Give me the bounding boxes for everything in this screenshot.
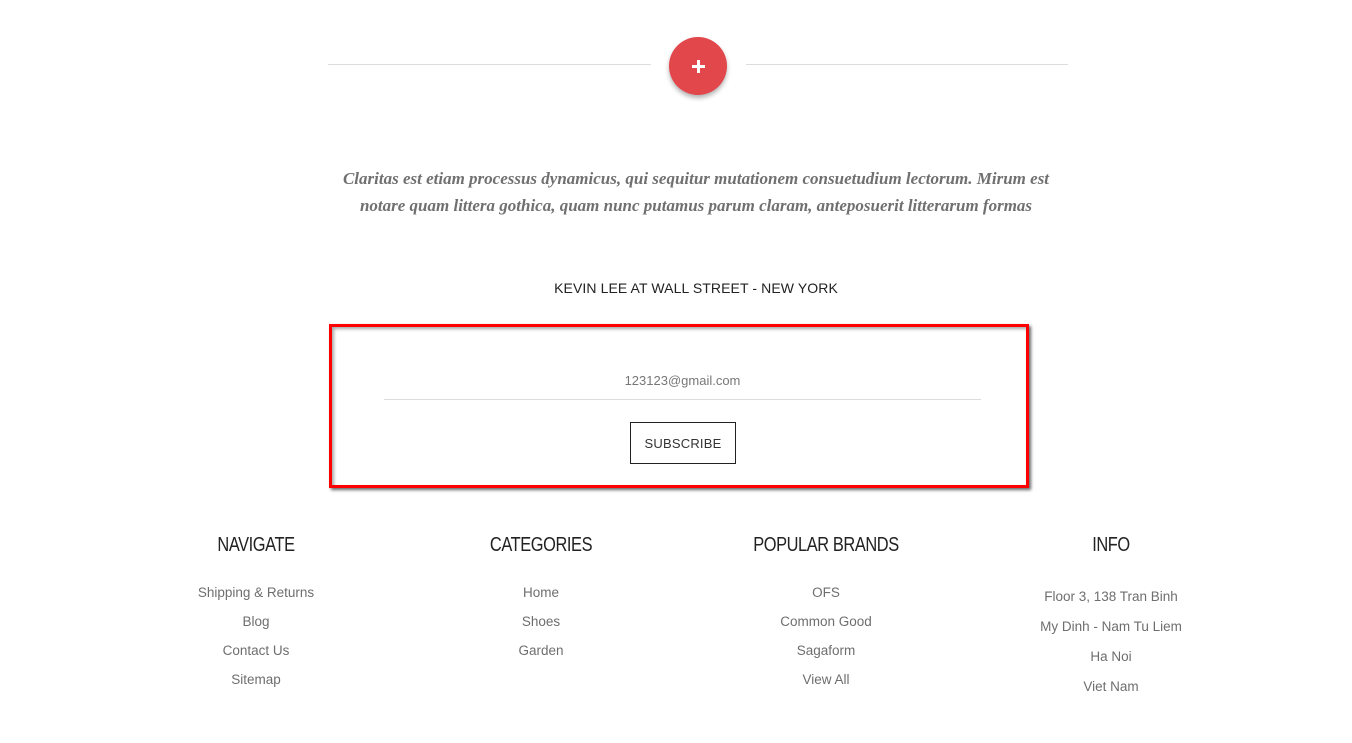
footer-column-popular-brands: POPULAR BRANDS OFS Common Good Sagaform …	[696, 533, 956, 694]
column-title: CATEGORIES	[489, 534, 593, 556]
footer-link-shipping-returns[interactable]: Shipping & Returns	[198, 585, 314, 600]
column-links: OFS Common Good Sagaform View All	[696, 578, 956, 694]
footer-link-garden[interactable]: Garden	[518, 643, 563, 658]
footer-link-shoes[interactable]: Shoes	[522, 614, 560, 629]
column-links: Shipping & Returns Blog Contact Us Sitem…	[126, 578, 386, 694]
email-input[interactable]	[384, 362, 981, 400]
column-title: POPULAR BRANDS	[753, 534, 899, 556]
footer-link-home[interactable]: Home	[523, 585, 559, 600]
testimonial-quote: Claritas est etiam processus dynamicus, …	[342, 169, 1050, 215]
address-line: My Dinh - Nam Tu Liem	[1040, 619, 1182, 634]
testimonial-author: KEVIN LEE AT WALL STREET - NEW YORK	[554, 280, 838, 296]
address-line: Ha Noi	[1090, 649, 1132, 664]
address-lines: Floor 3, 138 Tran Binh My Dinh - Nam Tu …	[981, 582, 1241, 702]
address-line: Floor 3, 138 Tran Binh	[1044, 589, 1178, 604]
subscribe-button[interactable]: SUBSCRIBE	[630, 422, 736, 464]
column-links: Home Shoes Garden	[411, 578, 671, 665]
footer-column-info: INFO Floor 3, 138 Tran Binh My Dinh - Na…	[981, 533, 1241, 702]
footer-link-view-all[interactable]: View All	[802, 672, 849, 687]
divider-line-right	[746, 64, 1068, 65]
address-line: Viet Nam	[1083, 679, 1139, 694]
plus-icon	[691, 59, 705, 73]
footer-link-sitemap[interactable]: Sitemap	[231, 672, 281, 687]
footer-column-categories: CATEGORIES Home Shoes Garden	[411, 533, 671, 665]
column-title: NAVIGATE	[217, 534, 295, 556]
footer-link-blog[interactable]: Blog	[242, 614, 269, 629]
footer-link-contact-us[interactable]: Contact Us	[223, 643, 290, 658]
footer-link-common-good[interactable]: Common Good	[780, 614, 872, 629]
column-title: INFO	[1092, 534, 1130, 556]
divider-line-left	[328, 64, 651, 65]
footer-link-ofs[interactable]: OFS	[812, 585, 840, 600]
footer-link-sagaform[interactable]: Sagaform	[797, 643, 856, 658]
footer-column-navigate: NAVIGATE Shipping & Returns Blog Contact…	[126, 533, 386, 694]
expand-button[interactable]	[669, 37, 727, 95]
